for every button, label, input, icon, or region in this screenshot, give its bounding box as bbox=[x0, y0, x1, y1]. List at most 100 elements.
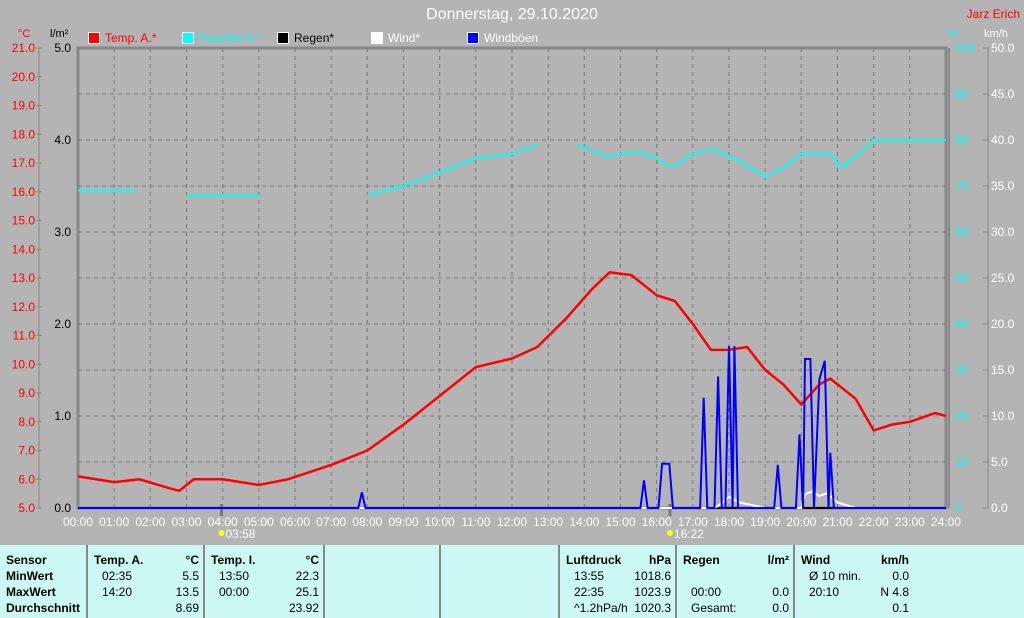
stats-value: l/m² bbox=[767, 553, 789, 567]
stats-row: Gesamt: 0.0 bbox=[683, 600, 789, 616]
stats-row: 02:35 5.5 bbox=[94, 568, 199, 584]
legend-label: Regen* bbox=[294, 31, 335, 45]
stats-column: Temp. I. °C 13:50 22.3 00:00 25.1 23.92 bbox=[205, 545, 325, 618]
x-tick-label: 16:00 bbox=[642, 515, 672, 529]
stats-label: 20:10 bbox=[809, 585, 840, 599]
humidity-tick-label: 90 bbox=[955, 87, 969, 101]
temp-tick-label: 18.0 bbox=[12, 127, 36, 141]
wind-tick-label: 45.0 bbox=[991, 87, 1015, 101]
stats-label: Durchschnitt bbox=[6, 601, 81, 615]
stats-value: 0.0 bbox=[892, 569, 909, 583]
rain-tick-label: 4.0 bbox=[54, 133, 71, 147]
stats-row: Durchschnitt bbox=[6, 600, 82, 616]
stats-column: Sensor MinWert MaxWert Durchschnitt bbox=[0, 545, 88, 618]
stats-value: 0.0 bbox=[772, 601, 789, 615]
wind-tick-label: 0.0 bbox=[991, 501, 1008, 515]
humidity-tick-label: 20 bbox=[955, 409, 969, 423]
wind-unit: km/h bbox=[984, 28, 1008, 40]
x-tick-label: 18:00 bbox=[714, 515, 744, 529]
sunset-time: 16:22 bbox=[674, 527, 704, 541]
stats-row: Temp. I. °C bbox=[211, 552, 319, 568]
x-tick-label: 07:00 bbox=[316, 515, 346, 529]
stats-row bbox=[683, 568, 789, 584]
wind-tick-label: 35.0 bbox=[991, 179, 1015, 193]
stats-row: 8.69 bbox=[94, 600, 199, 616]
x-tick-label: 03:00 bbox=[171, 515, 201, 529]
stats-label: 02:35 bbox=[102, 569, 133, 583]
temp-tick-label: 17.0 bbox=[12, 156, 36, 170]
stats-column bbox=[325, 545, 441, 618]
stats-row: Ø 10 min. 0.0 bbox=[801, 568, 909, 584]
legend-label: Feuchte A.* bbox=[199, 31, 262, 45]
stats-label: 14:20 bbox=[102, 585, 133, 599]
humidity-tick-label: 10 bbox=[955, 455, 969, 469]
x-tick-label: 02:00 bbox=[135, 515, 165, 529]
stats-label: MinWert bbox=[6, 569, 54, 583]
stats-value: 0.0 bbox=[772, 585, 789, 599]
x-tick-label: 10:00 bbox=[425, 515, 455, 529]
stats-row: 00:00 25.1 bbox=[211, 584, 319, 600]
stats-row: MinWert bbox=[6, 568, 82, 584]
stats-row: MaxWert bbox=[6, 584, 82, 600]
x-tick-label: 21:00 bbox=[822, 515, 852, 529]
stats-value: km/h bbox=[880, 553, 909, 567]
stats-label: Gesamt: bbox=[691, 601, 737, 615]
x-tick-label: 24:00 bbox=[931, 515, 961, 529]
stats-value: 1020.3 bbox=[634, 601, 671, 615]
stats-label: Luftdruck bbox=[566, 553, 622, 567]
x-tick-label: 15:00 bbox=[605, 515, 635, 529]
stats-value: °C bbox=[305, 553, 319, 567]
stats-label: 13:50 bbox=[219, 569, 250, 583]
x-tick-label: 08:00 bbox=[352, 515, 382, 529]
legend-rain: Regen* bbox=[277, 31, 334, 45]
temp-tick-label: 7.0 bbox=[18, 444, 35, 458]
humidity-tick-label: 30 bbox=[955, 363, 969, 377]
stats-label: 22:35 bbox=[574, 585, 605, 599]
stats-label: Sensor bbox=[6, 553, 47, 567]
statistics-table: Sensor MinWert MaxWert Durchschnitt Temp. A.… bbox=[0, 545, 1024, 618]
x-tick-label: 11:00 bbox=[461, 515, 490, 529]
stats-row: 23.92 bbox=[211, 600, 319, 616]
stats-column bbox=[441, 545, 560, 618]
temp-tick-label: 12.0 bbox=[12, 300, 36, 314]
stats-label: Temp. A. bbox=[94, 553, 144, 567]
humidity-tick-label: 60 bbox=[955, 225, 969, 239]
stats-value: 25.1 bbox=[295, 585, 319, 599]
stats-value: 0.1 bbox=[892, 601, 909, 615]
stats-row: Temp. A. °C bbox=[94, 552, 199, 568]
temp-tick-label: 9.0 bbox=[18, 386, 35, 400]
stats-row: Regen l/m² bbox=[683, 552, 789, 568]
temp-tick-label: 15.0 bbox=[12, 214, 36, 228]
humidity-unit: % bbox=[948, 28, 958, 40]
x-tick-label: 13:00 bbox=[533, 515, 563, 529]
stats-label bbox=[683, 568, 691, 584]
x-tick-label: 09:00 bbox=[388, 515, 418, 529]
legend-swatch bbox=[371, 32, 383, 44]
wind-tick-label: 5.0 bbox=[991, 455, 1008, 469]
rain-tick-label: 1.0 bbox=[54, 409, 71, 423]
x-tick-label: 20:00 bbox=[786, 515, 816, 529]
stats-label: Temp. I. bbox=[211, 553, 256, 567]
humidity-tick-label: 70 bbox=[955, 179, 969, 193]
rain-tick-label: 2.0 bbox=[54, 317, 71, 331]
temp-tick-label: 14.0 bbox=[12, 242, 36, 256]
legend-label: Windböen bbox=[484, 31, 539, 45]
humidity-tick-label: 100 bbox=[955, 41, 975, 55]
rain-tick-label: 5.0 bbox=[54, 41, 71, 55]
temp-tick-label: 6.0 bbox=[18, 472, 35, 486]
wind-tick-label: 10.0 bbox=[991, 409, 1015, 423]
legend-swatch bbox=[182, 32, 194, 44]
stats-column: Luftdruck hPa 13:55 1018.6 22:35 1023.9 ^1.2hP… bbox=[560, 545, 677, 618]
stats-value: N 4.8 bbox=[880, 585, 909, 599]
legend-swatch bbox=[467, 32, 479, 44]
stats-value: hPa bbox=[648, 553, 671, 567]
stats-value: °C bbox=[185, 553, 199, 567]
stats-label: 00:00 bbox=[219, 585, 250, 599]
chart-title: Donnerstag, 29.10.2020 bbox=[426, 6, 598, 23]
temp-tick-label: 11.0 bbox=[13, 329, 36, 343]
stats-column: Wind km/h Ø 10 min. 0.0 20:10 N 4.8 0.1 bbox=[795, 545, 913, 618]
stats-label: ^1.2hPa/h bbox=[574, 601, 628, 615]
x-tick-label: 06:00 bbox=[280, 515, 310, 529]
legend-gusts: Windböen bbox=[467, 31, 538, 45]
wind-tick-label: 40.0 bbox=[991, 133, 1015, 147]
